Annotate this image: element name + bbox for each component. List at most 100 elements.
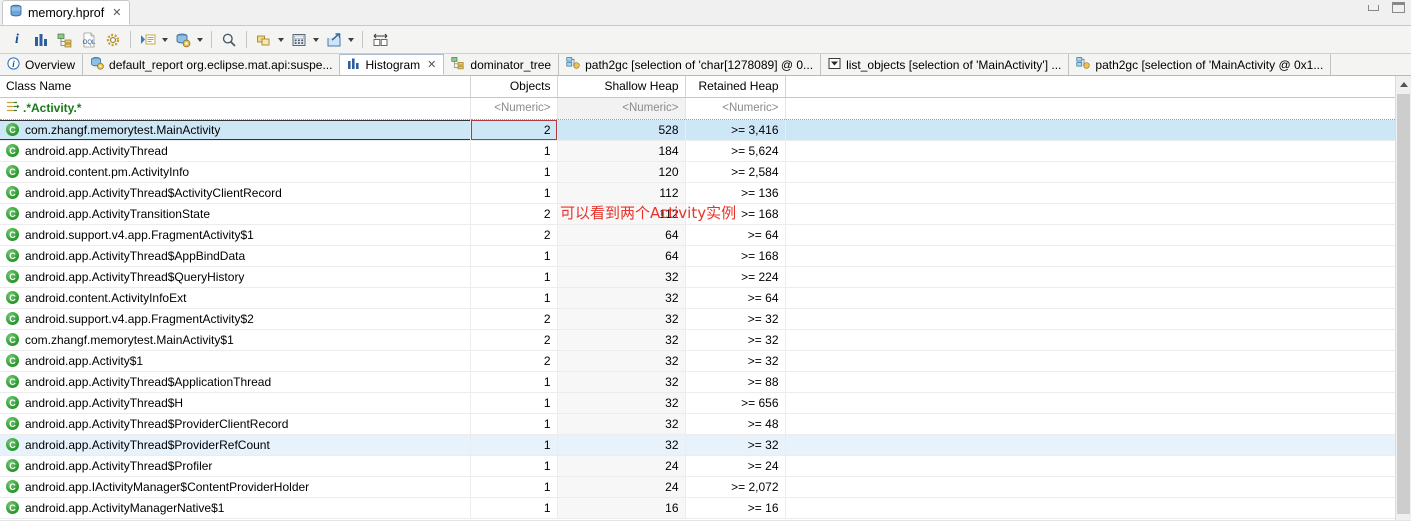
cell-retained-heap[interactable]: >= 32: [685, 434, 786, 456]
cell-objects[interactable]: 1: [470, 476, 558, 498]
heap-dump-overview-icon[interactable]: i: [6, 29, 28, 51]
calculator-dropdown-arrow-icon[interactable]: [310, 29, 321, 51]
tab-default-report[interactable]: default_report org.eclipse.mat.api:suspe…: [83, 54, 341, 75]
cell-shallow-heap[interactable]: 64: [557, 224, 686, 246]
cell-objects[interactable]: 1: [470, 434, 558, 456]
group-by-icon[interactable]: [253, 29, 275, 51]
table-row[interactable]: Candroid.app.ActivityThread$AppBindData 1…: [0, 245, 1395, 267]
cell-retained-heap[interactable]: >= 5,624: [685, 140, 786, 162]
vertical-scrollbar[interactable]: [1395, 76, 1411, 520]
search-icon[interactable]: [218, 29, 240, 51]
cell-class-name[interactable]: Candroid.app.IActivityManager$ContentPro…: [0, 476, 471, 498]
table-row[interactable]: Candroid.support.v4.app.FragmentActivity…: [0, 308, 1395, 330]
cell-retained-heap[interactable]: >= 224: [685, 266, 786, 288]
table-row[interactable]: Candroid.app.ActivityThread$ApplicationT…: [0, 371, 1395, 393]
maximize-icon[interactable]: [1392, 2, 1405, 13]
cell-class-name[interactable]: Candroid.app.ActivityManagerNative$1: [0, 497, 471, 519]
cell-class-name[interactable]: Candroid.support.v4.app.FragmentActivity…: [0, 224, 471, 246]
cell-retained-heap[interactable]: >= 136: [685, 182, 786, 204]
tab-path2gc-char[interactable]: path2gc [selection of 'char[1278089] @ 0…: [559, 54, 822, 75]
run-expert-dropdown-arrow-icon[interactable]: [159, 29, 170, 51]
histogram-icon[interactable]: [30, 29, 52, 51]
table-row[interactable]: Ccom.zhangf.memorytest.MainActivity$1 2 32…: [0, 329, 1395, 351]
oql-icon[interactable]: OQL: [78, 29, 100, 51]
table-row[interactable]: Candroid.app.ActivityThread$ProviderClie…: [0, 413, 1395, 435]
cell-objects[interactable]: 2: [470, 203, 558, 225]
cell-shallow-heap[interactable]: 24: [557, 455, 686, 477]
cell-objects[interactable]: 1: [470, 140, 558, 162]
column-header-retained-heap[interactable]: Retained Heap: [685, 76, 786, 98]
table-row[interactable]: Candroid.app.ActivityThread$Profiler 1 24 >…: [0, 455, 1395, 477]
cell-shallow-heap[interactable]: 120: [557, 161, 686, 183]
cell-class-name[interactable]: Candroid.app.ActivityThread$ProviderRefC…: [0, 434, 471, 456]
table-row[interactable]: Candroid.app.ActivityThread 1 184 >= 5,624: [0, 140, 1395, 162]
query-browser-dropdown-arrow-icon[interactable]: [194, 29, 205, 51]
cell-shallow-heap[interactable]: 24: [557, 476, 686, 498]
cell-retained-heap[interactable]: >= 32: [685, 308, 786, 330]
cell-objects[interactable]: 1: [470, 455, 558, 477]
cell-shallow-heap[interactable]: 32: [557, 434, 686, 456]
cell-class-name[interactable]: Candroid.app.ActivityThread$H: [0, 392, 471, 414]
cell-retained-heap[interactable]: >= 16: [685, 497, 786, 519]
table-row[interactable]: Candroid.content.pm.ActivityInfo 1 120 >= 2…: [0, 161, 1395, 183]
scroll-up-icon[interactable]: [1396, 76, 1411, 92]
group-by-dropdown-arrow-icon[interactable]: [275, 29, 286, 51]
cell-shallow-heap[interactable]: 112: [557, 203, 686, 225]
cell-shallow-heap[interactable]: 32: [557, 308, 686, 330]
cell-retained-heap[interactable]: >= 24: [685, 455, 786, 477]
cell-shallow-heap[interactable]: 32: [557, 266, 686, 288]
cell-objects[interactable]: 2: [470, 350, 558, 372]
cell-shallow-heap[interactable]: 32: [557, 329, 686, 351]
cell-class-name[interactable]: Candroid.app.ActivityThread$AppBindData: [0, 245, 471, 267]
cell-shallow-heap[interactable]: 16: [557, 497, 686, 519]
editor-tab-memory-hprof[interactable]: memory.hprof ✕: [2, 0, 131, 25]
cell-shallow-heap[interactable]: 32: [557, 287, 686, 309]
cell-retained-heap[interactable]: >= 32: [685, 350, 786, 372]
query-browser-icon[interactable]: [172, 29, 194, 51]
tab-dominator-tree[interactable]: dominator_tree: [444, 54, 560, 75]
cell-shallow-heap[interactable]: 32: [557, 350, 686, 372]
table-row[interactable]: Candroid.app.ActivityTransitionState 2 112…: [0, 203, 1395, 225]
scrollbar-thumb[interactable]: [1397, 94, 1410, 514]
table-row[interactable]: Candroid.app.ActivityThread$H 1 32 >= 656: [0, 392, 1395, 414]
filter-class-name-cell[interactable]: .*Activity.*: [0, 97, 471, 120]
settings-icon[interactable]: [102, 29, 124, 51]
filter-retained-cell[interactable]: <Numeric>: [685, 97, 786, 120]
table-row[interactable]: Ccom.zhangf.memorytest.MainActivity 2 528 >…: [0, 119, 1395, 141]
column-header-class-name[interactable]: Class Name: [0, 76, 471, 98]
cell-shallow-heap[interactable]: 32: [557, 392, 686, 414]
tab-list-objects[interactable]: list_objects [selection of 'MainActivity…: [821, 54, 1070, 75]
cell-shallow-heap[interactable]: 32: [557, 413, 686, 435]
table-row[interactable]: Candroid.app.ActivityManagerNative$1 1 16 >…: [0, 497, 1395, 519]
filter-shallow-cell[interactable]: <Numeric>: [557, 97, 686, 120]
cell-class-name[interactable]: Ccom.zhangf.memorytest.MainActivity: [0, 119, 471, 141]
cell-retained-heap[interactable]: >= 2,072: [685, 476, 786, 498]
tab-path2gc-mainactivity[interactable]: path2gc [selection of 'MainActivity @ 0x…: [1069, 54, 1332, 75]
cell-objects[interactable]: 1: [470, 287, 558, 309]
cell-class-name[interactable]: Candroid.content.pm.ActivityInfo: [0, 161, 471, 183]
close-icon[interactable]: ✕: [112, 6, 121, 19]
cell-objects[interactable]: 2: [470, 119, 558, 141]
dominator-tree-icon[interactable]: [54, 29, 76, 51]
cell-retained-heap[interactable]: >= 88: [685, 371, 786, 393]
cell-shallow-heap[interactable]: 64: [557, 245, 686, 267]
cell-class-name[interactable]: Candroid.app.ActivityThread$ActivityClie…: [0, 182, 471, 204]
cell-retained-heap[interactable]: >= 168: [685, 245, 786, 267]
cell-class-name[interactable]: Candroid.app.ActivityThread$ProviderClie…: [0, 413, 471, 435]
table-row[interactable]: Candroid.content.ActivityInfoExt 1 32 >= 64: [0, 287, 1395, 309]
tab-overview[interactable]: i Overview: [0, 54, 84, 75]
cell-objects[interactable]: 2: [470, 224, 558, 246]
table-row[interactable]: Candroid.support.v4.app.FragmentActivity…: [0, 224, 1395, 246]
cell-retained-heap[interactable]: >= 64: [685, 287, 786, 309]
cell-retained-heap[interactable]: >= 32: [685, 329, 786, 351]
cell-objects[interactable]: 2: [470, 308, 558, 330]
cell-shallow-heap[interactable]: 184: [557, 140, 686, 162]
table-row[interactable]: Candroid.app.ActivityThread$ActivityClie…: [0, 182, 1395, 204]
cell-retained-heap[interactable]: >= 2,584: [685, 161, 786, 183]
cell-shallow-heap[interactable]: 32: [557, 371, 686, 393]
table-row[interactable]: Candroid.app.ActivityThread$ProviderRefC…: [0, 434, 1395, 456]
cell-objects[interactable]: 1: [470, 245, 558, 267]
cell-class-name[interactable]: Candroid.app.ActivityTransitionState: [0, 203, 471, 225]
table-row[interactable]: Candroid.app.Activity$1 2 32 >= 32: [0, 350, 1395, 372]
cell-objects[interactable]: 1: [470, 392, 558, 414]
